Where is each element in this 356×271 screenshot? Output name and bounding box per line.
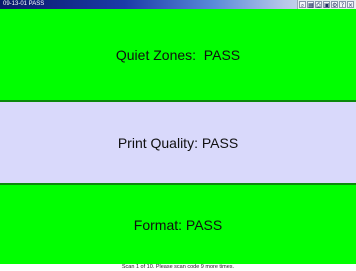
quiet-zones-result: Quiet Zones: PASS — [115, 46, 241, 63]
quiet-zones-result-panel: Quiet Zones: PASS — [0, 9, 356, 102]
print-quality-result: Print Quality: PASS — [117, 134, 239, 151]
status-bar: Scan 1 of 10. Please scan code 9 more ti… — [0, 264, 356, 271]
grid-icon[interactable]: ▦ — [307, 1, 314, 9]
settings-icon[interactable]: ⚙ — [331, 1, 338, 9]
title-bar: 09-13-01 PASS ⌕ ▦ ⎙ ▣ ⚙ ? × — [0, 0, 356, 9]
help-icon[interactable]: ? — [339, 1, 346, 9]
format-result-panel: Format: PASS — [0, 185, 356, 264]
zoom-icon[interactable]: ⌕ — [299, 1, 306, 9]
toolbar: ⌕ ▦ ⎙ ▣ ⚙ ? × — [297, 0, 355, 9]
print-icon[interactable]: ⎙ — [315, 1, 322, 9]
status-message: Scan 1 of 10. Please scan code 9 more ti… — [121, 264, 235, 270]
format-result: Format: PASS — [133, 216, 223, 233]
verifier-window: 09-13-01 PASS ⌕ ▦ ⎙ ▣ ⚙ ? × Quiet Zones:… — [0, 0, 356, 271]
save-icon[interactable]: ▣ — [323, 1, 330, 9]
close-icon[interactable]: × — [347, 1, 354, 9]
window-title: 09-13-01 PASS — [3, 1, 45, 7]
print-quality-result-panel: Print Quality: PASS — [0, 102, 356, 185]
